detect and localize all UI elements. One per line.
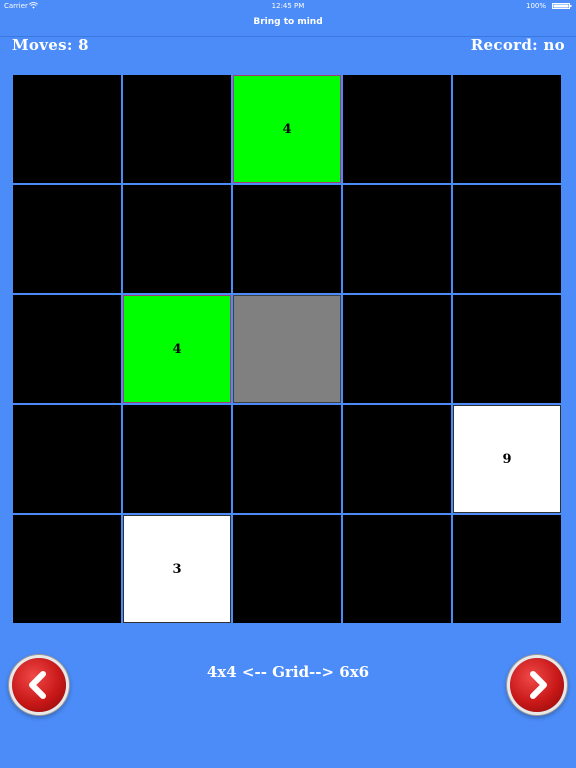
grid-tile[interactable]: 3 [123,515,231,623]
grid-tile[interactable] [233,295,341,403]
grid-tile[interactable] [453,75,561,183]
grid-tile[interactable] [453,185,561,293]
grid-tile[interactable] [343,295,451,403]
grid-tile[interactable] [453,515,561,623]
grid-tile[interactable] [343,405,451,513]
grid-tile[interactable] [453,295,561,403]
moves-counter: Moves: 8 [12,36,89,54]
battery-icon [552,3,572,9]
page-title: Bring to mind [253,17,323,27]
grid-tile[interactable] [13,515,121,623]
grid-tile[interactable]: 4 [123,295,231,403]
game-screen: Carrier 12:45 PM 100% Bring to mind Move… [0,0,576,768]
grid-tile[interactable] [13,185,121,293]
chevron-right-icon [530,671,547,699]
grid-tile[interactable] [123,405,231,513]
status-bar: Carrier 12:45 PM 100% [0,0,576,12]
nav-bar: Bring to mind [0,12,576,37]
grid-tile[interactable] [233,405,341,513]
grid-tile[interactable]: 9 [453,405,561,513]
grid-tile[interactable] [123,75,231,183]
grid-tile[interactable] [343,515,451,623]
next-grid-button[interactable] [510,658,564,712]
record-label: Record: no [470,36,565,54]
tile-value: 9 [502,451,512,467]
tile-value: 3 [172,561,182,577]
grid-tile[interactable] [123,185,231,293]
grid-tile[interactable] [13,75,121,183]
grid-size-label: 4x4 <-- Grid--> 6x6 [206,663,370,681]
tile-value: 4 [172,341,182,357]
grid-tile[interactable] [13,405,121,513]
battery-percent: 100% [525,2,546,10]
grid-tile[interactable] [233,515,341,623]
grid-tile[interactable] [343,75,451,183]
grid-tile[interactable]: 4 [233,75,341,183]
tile-value: 4 [282,121,292,137]
grid-tile[interactable] [13,295,121,403]
clock: 12:45 PM [271,2,305,10]
game-grid: 4 4 9 3 [13,75,563,625]
grid-tile[interactable] [343,185,451,293]
grid-tile[interactable] [233,185,341,293]
